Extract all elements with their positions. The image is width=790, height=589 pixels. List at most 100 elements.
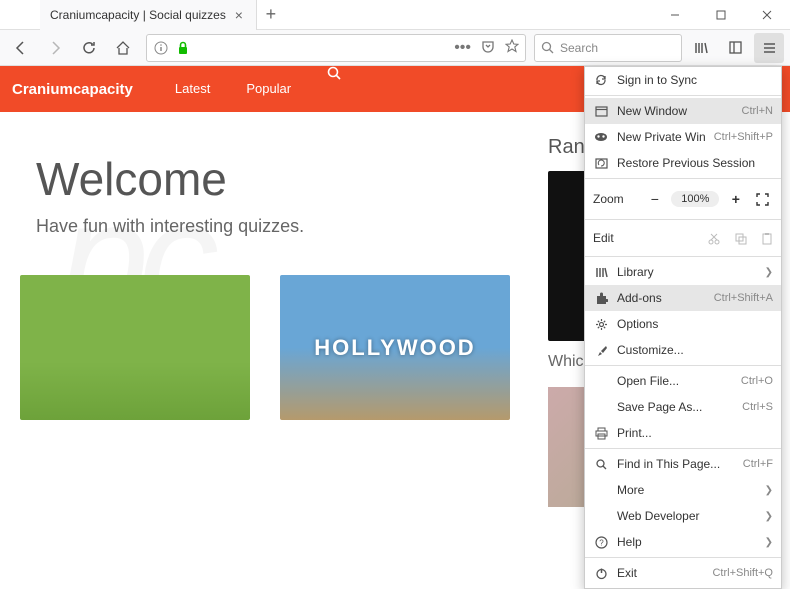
maximize-button[interactable] <box>698 0 744 30</box>
fullscreen-button[interactable] <box>752 188 773 210</box>
zoom-label: Zoom <box>593 192 638 206</box>
sidebar-toolbar-button[interactable] <box>720 33 750 63</box>
menu-label: Restore Previous Session <box>617 156 773 170</box>
browser-toolbar: ••• Search <box>0 30 790 66</box>
menu-save-page-as[interactable]: Save Page As... Ctrl+S <box>585 394 781 420</box>
copy-icon[interactable] <box>734 232 747 245</box>
forward-button[interactable] <box>40 33 70 63</box>
menu-open-file[interactable]: Open File... Ctrl+O <box>585 368 781 394</box>
home-button[interactable] <box>108 33 138 63</box>
menu-separator <box>585 178 781 179</box>
gear-icon <box>593 316 609 332</box>
menu-separator <box>585 557 781 558</box>
puzzle-icon <box>593 290 609 306</box>
minimize-button[interactable] <box>652 0 698 30</box>
menu-label: Web Developer <box>617 509 757 523</box>
menu-edit-row: Edit <box>585 222 781 254</box>
site-brand[interactable]: Craniumcapacity <box>12 81 157 98</box>
menu-label: Exit <box>617 566 704 580</box>
menu-help[interactable]: ? Help ❯ <box>585 529 781 555</box>
menu-addons[interactable]: Add-ons Ctrl+Shift+A <box>585 285 781 311</box>
menu-new-private-window[interactable]: New Private Window Ctrl+Shift+P <box>585 124 781 150</box>
close-tab-icon[interactable]: × <box>232 8 246 22</box>
menu-new-window[interactable]: New Window Ctrl+N <box>585 98 781 124</box>
tab-title: Craniumcapacity | Social quizzes <box>50 8 226 22</box>
back-button[interactable] <box>6 33 36 63</box>
menu-separator <box>585 95 781 96</box>
menu-shortcut: Ctrl+N <box>742 105 773 117</box>
menu-label: Find in This Page... <box>617 457 735 471</box>
library-toolbar-button[interactable] <box>686 33 716 63</box>
menu-sign-in[interactable]: Sign in to Sync <box>585 67 781 93</box>
paste-icon[interactable] <box>761 232 773 245</box>
menu-label: Help <box>617 535 757 549</box>
menu-label: Open File... <box>617 374 733 388</box>
chevron-right-icon: ❯ <box>765 537 773 548</box>
menu-label: New Window <box>617 104 734 118</box>
reload-button[interactable] <box>74 33 104 63</box>
window-titlebar: Craniumcapacity | Social quizzes × + <box>0 0 790 30</box>
menu-label: Library <box>617 265 757 279</box>
zoom-in-button[interactable]: + <box>725 188 746 210</box>
menu-shortcut: Ctrl+Shift+A <box>714 292 773 304</box>
info-icon[interactable] <box>153 40 169 56</box>
menu-more[interactable]: More ❯ <box>585 477 781 503</box>
menu-options[interactable]: Options <box>585 311 781 337</box>
hamburger-menu-button[interactable] <box>754 33 784 63</box>
menu-separator <box>585 448 781 449</box>
menu-shortcut: Ctrl+Shift+Q <box>712 567 773 579</box>
thumb2-text: HOLLYWOOD <box>314 335 475 361</box>
menu-shortcut: Ctrl+Shift+P <box>714 131 773 143</box>
menu-shortcut: Ctrl+O <box>741 375 773 387</box>
menu-label: Print... <box>617 426 773 440</box>
help-icon: ? <box>593 534 609 550</box>
nav-search-icon[interactable] <box>309 66 359 112</box>
zoom-percent: 100% <box>671 191 719 207</box>
bookmark-star-icon[interactable] <box>505 39 519 57</box>
menu-zoom-row: Zoom − 100% + <box>585 181 781 217</box>
menu-restore-session[interactable]: Restore Previous Session <box>585 150 781 176</box>
browser-tab[interactable]: Craniumcapacity | Social quizzes × <box>40 0 257 30</box>
svg-text:?: ? <box>599 538 604 547</box>
pocket-icon[interactable] <box>481 39 495 57</box>
menu-label: Save Page As... <box>617 400 734 414</box>
cut-icon[interactable] <box>707 232 720 245</box>
menu-web-developer[interactable]: Web Developer ❯ <box>585 503 781 529</box>
menu-label: Customize... <box>617 343 773 357</box>
menu-separator <box>585 219 781 220</box>
thumbnail-1[interactable] <box>20 275 250 420</box>
chevron-right-icon: ❯ <box>765 511 773 522</box>
menu-find[interactable]: Find in This Page... Ctrl+F <box>585 451 781 477</box>
menu-print[interactable]: Print... <box>585 420 781 446</box>
library-icon <box>593 264 609 280</box>
window-icon <box>593 103 609 119</box>
sync-icon <box>593 72 609 88</box>
brush-icon <box>593 342 609 358</box>
new-tab-button[interactable]: + <box>257 1 285 29</box>
menu-customize[interactable]: Customize... <box>585 337 781 363</box>
search-bar[interactable]: Search <box>534 34 682 62</box>
menu-label: More <box>617 483 757 497</box>
zoom-out-button[interactable]: − <box>644 188 665 210</box>
more-actions-icon[interactable]: ••• <box>454 39 471 57</box>
thumbnail-2[interactable]: HOLLYWOOD <box>280 275 510 420</box>
restore-icon <box>593 155 609 171</box>
menu-exit[interactable]: Exit Ctrl+Shift+Q <box>585 560 781 586</box>
menu-label: New Private Window <box>617 130 706 144</box>
chevron-right-icon: ❯ <box>765 267 773 278</box>
application-menu: Sign in to Sync New Window Ctrl+N New Pr… <box>584 66 782 589</box>
printer-icon <box>593 425 609 441</box>
mask-icon <box>593 129 609 145</box>
search-icon <box>593 456 609 472</box>
menu-shortcut: Ctrl+S <box>742 401 773 413</box>
edit-label: Edit <box>593 231 641 245</box>
close-window-button[interactable] <box>744 0 790 30</box>
address-bar[interactable]: ••• <box>146 34 526 62</box>
power-icon <box>593 565 609 581</box>
nav-popular[interactable]: Popular <box>228 66 309 112</box>
menu-library[interactable]: Library ❯ <box>585 259 781 285</box>
menu-shortcut: Ctrl+F <box>743 458 773 470</box>
nav-latest[interactable]: Latest <box>157 66 228 112</box>
menu-label: Sign in to Sync <box>617 73 773 87</box>
search-placeholder: Search <box>560 41 598 55</box>
